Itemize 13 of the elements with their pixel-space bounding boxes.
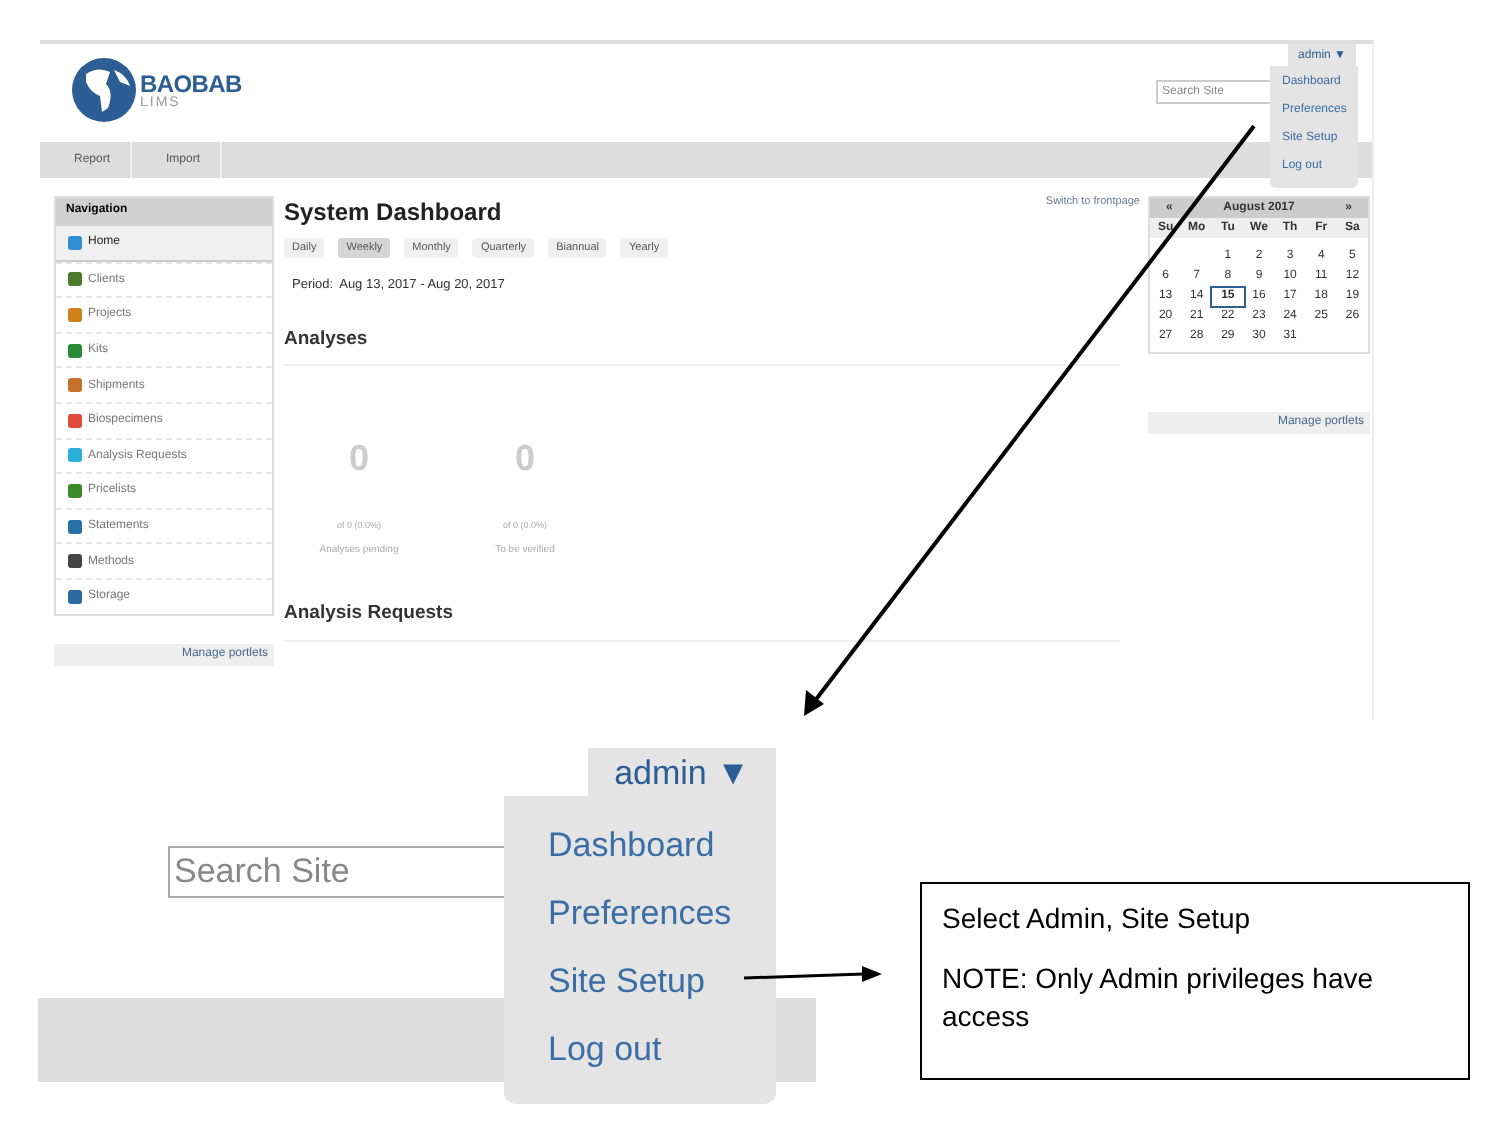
section-heading: Analysis Requests (284, 602, 1120, 642)
menu-item[interactable]: Dashboard (548, 826, 776, 866)
logo-name: BAOBAB (140, 71, 242, 95)
arrow (743, 966, 882, 982)
callout-text: Select Admin, Site Setup (942, 900, 1253, 938)
user-menu-button[interactable]: admin ▼ (588, 748, 776, 800)
menu-item[interactable]: Site Setup (548, 962, 776, 1002)
section-heading: Analyses (284, 328, 1120, 366)
menu-item[interactable]: Preferences (548, 894, 776, 934)
callout-text: NOTE: Only Admin privileges have access (942, 959, 1376, 1037)
menu-item[interactable]: Log out (548, 1030, 776, 1070)
globe-icon (70, 56, 138, 124)
page-title: System Dashboard (284, 198, 502, 226)
